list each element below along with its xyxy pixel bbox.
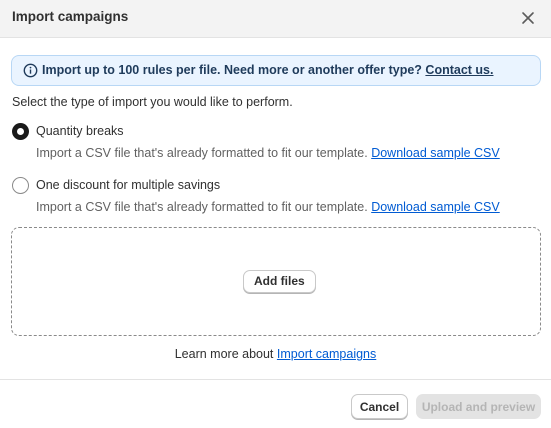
file-dropzone[interactable]: Add files — [11, 227, 541, 336]
option-description-quantity-breaks: Import a CSV file that's already formatt… — [36, 146, 500, 160]
close-icon[interactable] — [519, 9, 537, 27]
cancel-button[interactable]: Cancel — [351, 394, 408, 419]
import-type-prompt: Select the type of import you would like… — [12, 95, 293, 109]
info-icon — [23, 63, 38, 78]
download-sample-csv-link[interactable]: Download sample CSV — [371, 200, 500, 214]
download-sample-csv-link[interactable]: Download sample CSV — [371, 146, 500, 160]
radio-quantity-breaks[interactable] — [12, 123, 29, 140]
option-description-text: Import a CSV file that's already formatt… — [36, 200, 368, 214]
option-label-one-discount[interactable]: One discount for multiple savings — [36, 178, 220, 192]
import-campaigns-link[interactable]: Import campaigns — [277, 347, 376, 361]
dialog-header: Import campaigns — [0, 0, 551, 38]
upload-and-preview-button[interactable]: Upload and preview — [416, 394, 541, 419]
banner-message: Import up to 100 rules per file. Need mo… — [42, 63, 493, 77]
dialog-title: Import campaigns — [12, 9, 129, 24]
add-files-button[interactable]: Add files — [243, 270, 316, 293]
radio-one-discount[interactable] — [12, 177, 29, 194]
option-description-text: Import a CSV file that's already formatt… — [36, 146, 368, 160]
contact-us-link[interactable]: Contact us. — [425, 63, 493, 77]
import-campaigns-dialog: Import campaigns Import up to 100 rules … — [0, 0, 551, 428]
banner-text: Import up to 100 rules per file. Need mo… — [42, 63, 422, 77]
info-banner: Import up to 100 rules per file. Need mo… — [11, 55, 541, 86]
footer-divider — [0, 379, 551, 380]
learn-more: Learn more about Import campaigns — [0, 347, 551, 361]
option-label-quantity-breaks[interactable]: Quantity breaks — [36, 124, 124, 138]
option-description-one-discount: Import a CSV file that's already formatt… — [36, 200, 500, 214]
learn-more-text: Learn more about — [174, 347, 274, 361]
